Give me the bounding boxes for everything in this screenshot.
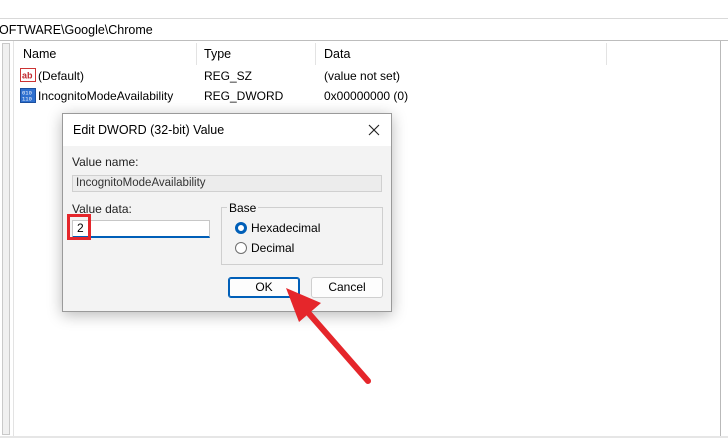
registry-path: OFTWARE\Google\Chrome [0,23,153,37]
dword-value-icon: 010 110 [20,88,36,103]
radio-label: Decimal [251,241,295,255]
column-header-type[interactable]: Type [204,41,231,67]
close-icon [368,124,380,136]
dialog-title: Edit DWORD (32-bit) Value [73,123,225,137]
window-top-border [0,18,728,19]
svg-text:ab: ab [22,71,33,81]
column-separator[interactable] [315,43,316,65]
value-data-highlight-box [67,214,91,240]
column-header-data[interactable]: Data [324,41,350,67]
radio-label: Hexadecimal [251,221,321,235]
base-groupbox [221,207,383,265]
value-name-field: IncognitoModeAvailability [72,175,382,192]
value-data-input[interactable]: 2 [72,220,210,238]
list-row-incognito[interactable]: 010 110 IncognitoModeAvailability REG_DW… [14,87,714,105]
column-header-name[interactable]: Name [23,41,56,67]
string-value-icon: ab [20,68,36,82]
cancel-button[interactable]: Cancel [311,277,383,298]
address-bar[interactable]: OFTWARE\Google\Chrome [0,20,728,40]
edit-dword-dialog[interactable]: Edit DWORD (32-bit) Value Value name: In… [62,113,392,312]
value-name: (Default) [38,69,85,83]
base-label: Base [227,201,259,215]
value-name: IncognitoModeAvailability [38,89,174,103]
value-data: 0x00000000 (0) [324,89,409,103]
radio-selected-icon[interactable] [235,222,247,234]
dialog-titlebar[interactable]: Edit DWORD (32-bit) Value [63,114,391,146]
svg-text:110: 110 [22,96,32,103]
list-row-default[interactable]: ab (Default) REG_SZ (value not set) [14,67,714,85]
close-button[interactable] [361,118,387,142]
value-name-label: Value name: [72,155,139,169]
radio-unselected-icon[interactable] [235,242,247,254]
tree-scrollbar[interactable] [2,43,10,435]
ok-button[interactable]: OK [228,277,300,298]
column-separator[interactable] [606,43,607,65]
pane-right-border [720,41,721,438]
value-type: REG_SZ [204,69,253,83]
value-data: (value not set) [324,69,401,83]
value-type: REG_DWORD [204,89,284,103]
column-separator[interactable] [196,43,197,65]
